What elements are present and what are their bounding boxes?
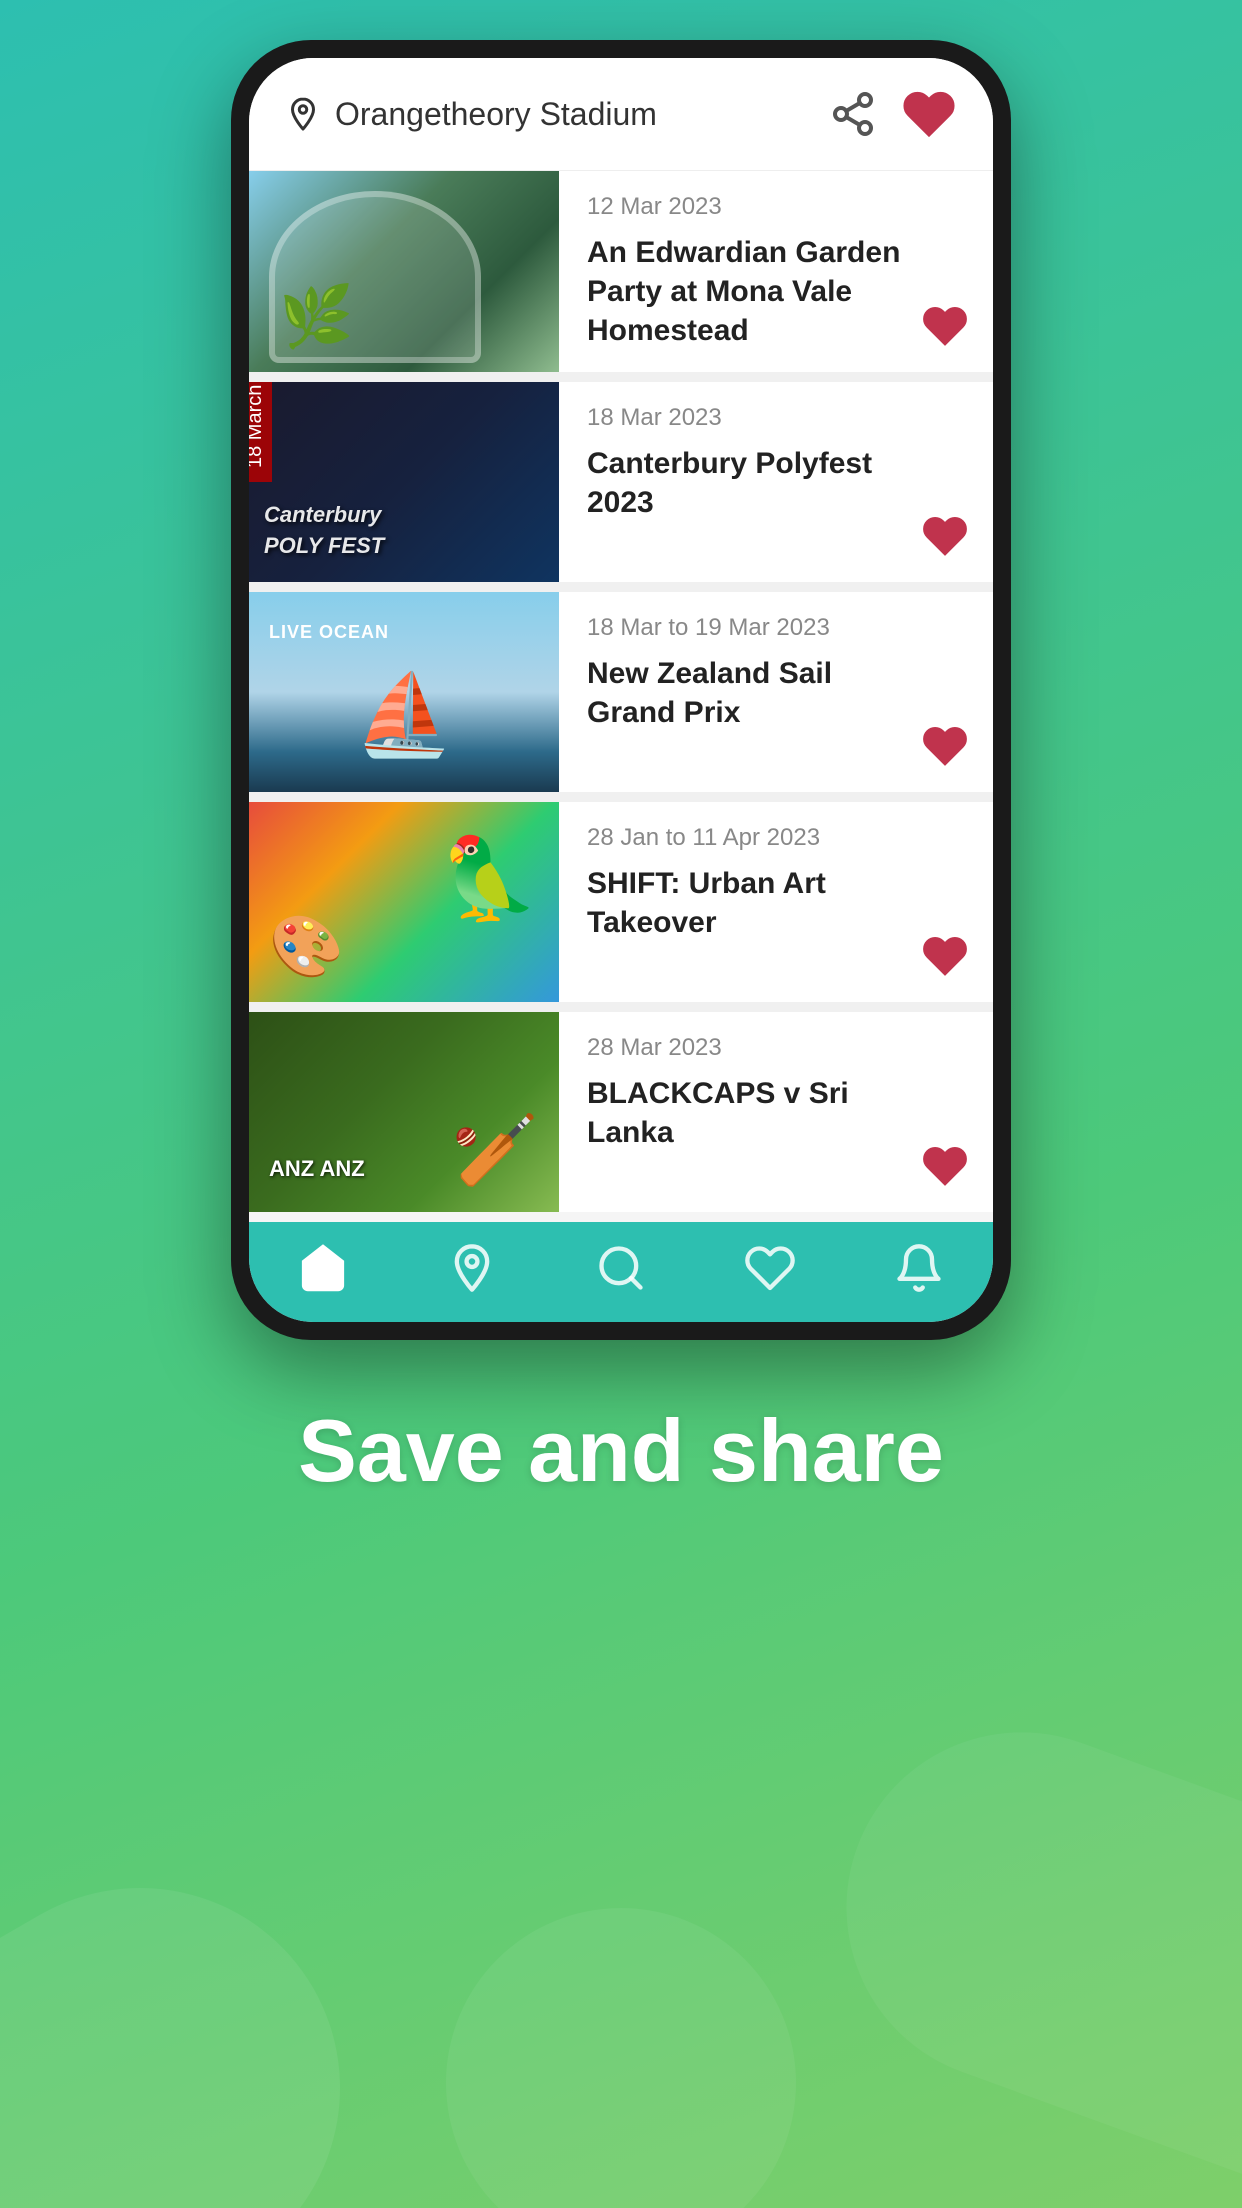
phone-frame: Orangetheory Stadium <box>231 40 1011 1340</box>
event-card[interactable]: 28 Mar 2023 BLACKCAPS v Sri Lanka <box>249 1012 993 1212</box>
location-left: Orangetheory Stadium <box>285 96 657 133</box>
event-image-urban <box>249 802 559 1002</box>
nav-item-favorites[interactable] <box>744 1242 796 1294</box>
phone-screen: Orangetheory Stadium <box>249 58 993 1322</box>
nav-item-notifications[interactable] <box>893 1242 945 1294</box>
nav-item-search[interactable] <box>595 1242 647 1294</box>
event-info: 18 Mar 2023 Canterbury Polyfest 2023 <box>559 382 993 582</box>
event-heart-icon[interactable] <box>921 512 969 560</box>
event-date: 28 Jan to 11 Apr 2023 <box>587 824 965 852</box>
event-heart-icon[interactable] <box>921 302 969 350</box>
location-name: Orangetheory Stadium <box>335 96 657 133</box>
event-title: An Edwardian Garden Party at Mona Vale H… <box>587 233 965 350</box>
event-info: 18 Mar to 19 Mar 2023 New Zealand Sail G… <box>559 592 993 792</box>
search-nav-icon <box>595 1242 647 1294</box>
event-date: 28 Mar 2023 <box>587 1034 965 1062</box>
events-list: 12 Mar 2023 An Edwardian Garden Party at… <box>249 171 993 1212</box>
save-share-text: Save and share <box>298 1401 944 1500</box>
event-title: SHIFT: Urban Art Takeover <box>587 864 965 942</box>
event-card[interactable]: 18 Mar to 19 Mar 2023 New Zealand Sail G… <box>249 592 993 792</box>
event-image-sailing <box>249 592 559 792</box>
location-pin-icon <box>285 96 321 132</box>
favorites-nav-icon <box>744 1242 796 1294</box>
event-info: 28 Jan to 11 Apr 2023 SHIFT: Urban Art T… <box>559 802 993 1002</box>
location-actions <box>829 86 957 142</box>
event-card[interactable]: 18 Mar 2023 Canterbury Polyfest 2023 <box>249 382 993 582</box>
event-date: 12 Mar 2023 <box>587 193 965 221</box>
event-title: New Zealand Sail Grand Prix <box>587 654 965 732</box>
event-heart-icon[interactable] <box>921 722 969 770</box>
nav-item-location[interactable] <box>446 1242 498 1294</box>
event-date: 18 Mar to 19 Mar 2023 <box>587 614 965 642</box>
event-date: 18 Mar 2023 <box>587 404 965 432</box>
location-nav-icon <box>446 1242 498 1294</box>
event-image-garden <box>249 171 559 372</box>
event-title: Canterbury Polyfest 2023 <box>587 444 965 522</box>
nav-item-home[interactable] <box>297 1242 349 1294</box>
location-header: Orangetheory Stadium <box>249 58 993 171</box>
bottom-navigation <box>249 1222 993 1322</box>
event-info: 12 Mar 2023 An Edwardian Garden Party at… <box>559 171 993 372</box>
event-image-polyfest <box>249 382 559 582</box>
save-share-section: Save and share <box>0 1340 1242 1562</box>
header-heart-icon[interactable] <box>901 86 957 142</box>
event-card[interactable]: 12 Mar 2023 An Edwardian Garden Party at… <box>249 171 993 372</box>
share-icon[interactable] <box>829 90 877 138</box>
event-heart-icon[interactable] <box>921 932 969 980</box>
event-title: BLACKCAPS v Sri Lanka <box>587 1074 965 1152</box>
event-heart-icon[interactable] <box>921 1142 969 1190</box>
notifications-nav-icon <box>893 1242 945 1294</box>
background-decoration <box>0 1608 1242 2208</box>
event-card[interactable]: 28 Jan to 11 Apr 2023 SHIFT: Urban Art T… <box>249 802 993 1002</box>
event-image-cricket <box>249 1012 559 1212</box>
event-info: 28 Mar 2023 BLACKCAPS v Sri Lanka <box>559 1012 993 1212</box>
home-icon <box>297 1242 349 1294</box>
